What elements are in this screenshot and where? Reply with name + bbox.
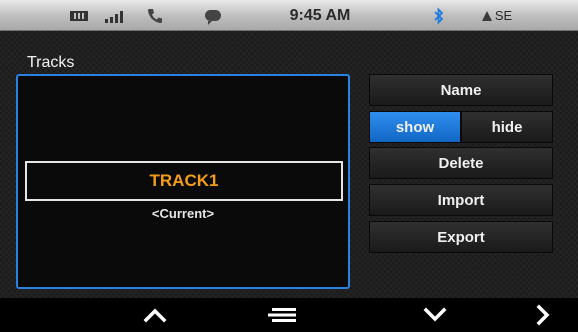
hide-button[interactable]: hide xyxy=(461,111,553,143)
show-button[interactable]: show xyxy=(369,111,461,143)
bluetooth-icon xyxy=(431,0,447,31)
compass-heading: SE xyxy=(474,0,520,31)
track-item[interactable]: TRACK1 xyxy=(25,161,343,201)
panel-title: Tracks xyxy=(27,54,75,71)
delete-button[interactable]: Delete xyxy=(369,147,553,179)
compass-arrow-icon xyxy=(481,10,492,21)
visibility-toggle: show hide xyxy=(369,111,553,143)
signal-icon xyxy=(102,0,126,31)
clock: 9:45 AM xyxy=(289,6,351,24)
phone-icon xyxy=(144,0,166,31)
status-bar: 9:45 AM SE xyxy=(0,0,578,31)
chevron-up-icon[interactable] xyxy=(140,298,170,332)
tracks-list[interactable]: TRACK1 <Current> xyxy=(16,74,350,289)
export-button[interactable]: Export xyxy=(369,221,553,253)
screen: 9:45 AM SE Tracks TRACK1 <Current> Name … xyxy=(0,0,578,332)
track-current-label: <Current> xyxy=(151,206,215,221)
name-button[interactable]: Name xyxy=(369,74,553,106)
track-name: TRACK1 xyxy=(149,171,219,190)
heading-text: SE xyxy=(494,8,513,23)
chevron-down-icon[interactable] xyxy=(420,298,450,332)
import-button[interactable]: Import xyxy=(369,184,553,216)
battery-icon xyxy=(68,0,90,31)
menu-icon[interactable] xyxy=(264,298,300,332)
message-icon xyxy=(202,0,224,31)
chevron-right-icon[interactable] xyxy=(530,298,556,332)
